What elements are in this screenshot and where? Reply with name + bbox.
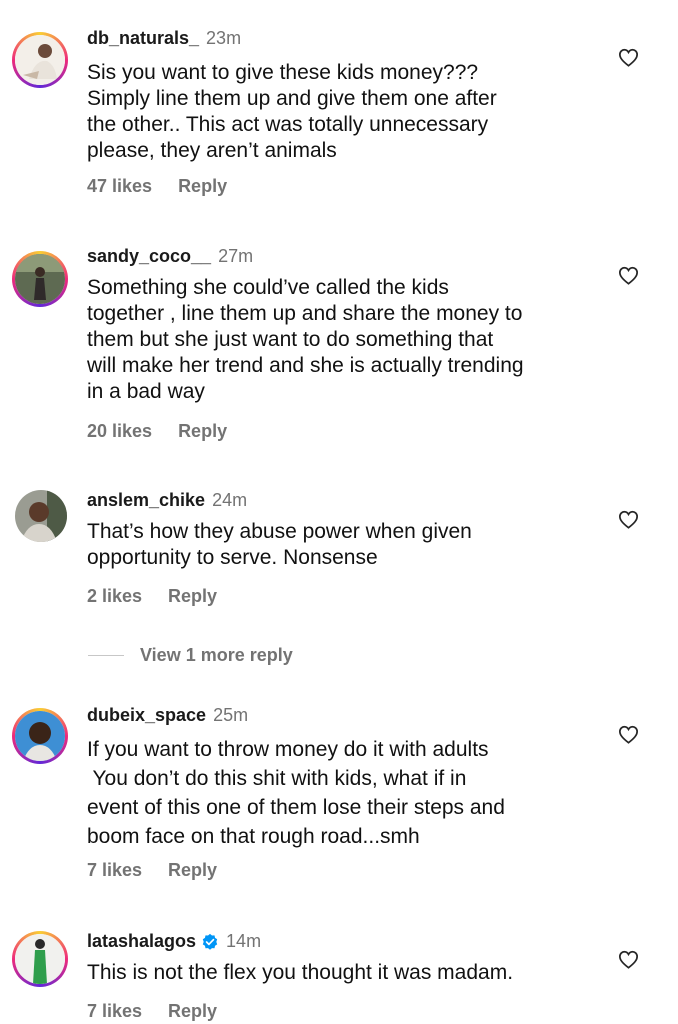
avatar[interactable] — [15, 490, 67, 542]
comment-username[interactable]: db_naturals_ — [87, 28, 199, 49]
comment-username[interactable]: sandy_coco__ — [87, 246, 211, 267]
comment-actions: 20 likes Reply — [87, 421, 227, 442]
comment-username[interactable]: anslem_chike — [87, 490, 205, 511]
reply-button[interactable]: Reply — [178, 421, 227, 441]
comment-text: That’s how they abuse power when given o… — [87, 520, 472, 569]
avatar[interactable] — [12, 32, 68, 88]
heart-outline-icon[interactable] — [618, 266, 639, 285]
reply-button[interactable]: Reply — [168, 586, 217, 606]
heart-outline-icon[interactable] — [618, 950, 639, 969]
heart-outline-icon[interactable] — [618, 48, 639, 67]
comment-timestamp: 23m — [206, 28, 242, 48]
avatar[interactable] — [12, 251, 68, 307]
comment-actions: 7 likes Reply — [87, 860, 217, 881]
heart-outline-icon[interactable] — [618, 510, 639, 529]
comment-timestamp: 25m — [213, 705, 249, 725]
reply-button[interactable]: Reply — [168, 860, 217, 880]
comment-actions: 2 likes Reply — [87, 586, 217, 607]
comment-text: Sis you want to give these kids money???… — [87, 61, 497, 162]
verified-badge-icon — [202, 933, 218, 950]
avatar[interactable] — [12, 708, 68, 764]
divider — [88, 655, 124, 656]
likes-count[interactable]: 20 likes — [87, 421, 152, 441]
likes-count[interactable]: 7 likes — [87, 860, 142, 880]
comment-username[interactable]: latashalagos — [87, 931, 196, 952]
comment-timestamp: 24m — [212, 490, 248, 510]
likes-count[interactable]: 7 likes — [87, 1001, 142, 1021]
view-more-replies-label[interactable]: View 1 more reply — [140, 645, 293, 666]
view-more-replies-button[interactable]: View 1 more reply — [88, 645, 293, 666]
comment-timestamp: 14m — [226, 931, 262, 951]
comment-timestamp: 27m — [218, 246, 254, 266]
reply-button[interactable]: Reply — [178, 176, 227, 196]
comment-text: Something she could’ve called the kids t… — [87, 276, 524, 403]
comment-actions: 7 likes Reply — [87, 1001, 217, 1022]
avatar[interactable] — [12, 931, 68, 987]
reply-button[interactable]: Reply — [168, 1001, 217, 1021]
comment-actions: 47 likes Reply — [87, 176, 227, 197]
comment-text: This is not the flex you thought it was … — [87, 961, 514, 984]
heart-outline-icon[interactable] — [618, 725, 639, 744]
comment-text: If you want to throw money do it with ad… — [87, 738, 505, 848]
comment-username[interactable]: dubeix_space — [87, 705, 206, 726]
likes-count[interactable]: 2 likes — [87, 586, 142, 606]
likes-count[interactable]: 47 likes — [87, 176, 152, 196]
